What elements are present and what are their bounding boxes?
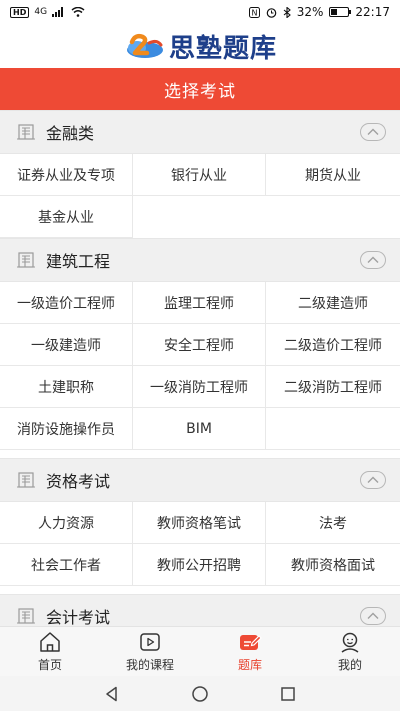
collapse-button[interactable] (360, 607, 386, 625)
collapse-button[interactable] (360, 123, 386, 141)
exam-item[interactable]: 土建职称 (0, 366, 133, 408)
back-icon[interactable] (103, 685, 121, 703)
nav-my-courses[interactable]: 我的课程 (100, 627, 200, 676)
exam-item[interactable]: 教师公开招聘 (133, 544, 266, 586)
play-icon (140, 632, 160, 651)
home-icon (40, 631, 60, 652)
clock: 22:17 (355, 5, 390, 19)
exam-item[interactable]: BIM (133, 408, 266, 450)
nav-label: 题库 (237, 657, 262, 672)
signal-type: 4G (34, 7, 48, 17)
exam-grid-construction: 一级造价工程师 监理工程师 二级建造师 一级建造师 安全工程师 二级造价工程师 … (0, 282, 400, 450)
exam-grid-finance: 证券从业及专项 银行从业 期货从业 基金从业 (0, 154, 400, 238)
building-icon (17, 608, 35, 624)
recents-icon[interactable] (279, 685, 297, 703)
alarm-icon (266, 7, 277, 18)
building-icon (17, 472, 35, 488)
battery-percent: 32% (296, 5, 324, 19)
status-bar: HD 4G N 32% 22:17 (0, 0, 400, 24)
exam-item[interactable]: 一级消防工程师 (133, 366, 266, 408)
exam-list[interactable]: 金融类 证券从业及专项 银行从业 期货从业 基金从业 建筑工程 一级造价工程师 … (0, 110, 400, 626)
nfc-icon: N (248, 6, 260, 18)
brand-name: 思塾题库 (168, 33, 277, 64)
exam-item[interactable]: 法考 (266, 502, 400, 544)
exam-item[interactable]: 监理工程师 (133, 282, 266, 324)
exam-item[interactable]: 人力资源 (0, 502, 133, 544)
home-circle-icon[interactable] (191, 685, 209, 703)
exam-item[interactable]: 证券从业及专项 (0, 154, 133, 196)
exam-item[interactable]: 二级建造师 (266, 282, 400, 324)
nav-profile[interactable]: 我的 (300, 627, 400, 676)
page-title-bar: 选择考试 (0, 68, 400, 110)
chevron-up-icon (367, 476, 379, 483)
nav-label: 首页 (37, 657, 62, 672)
section-header-finance[interactable]: 金融类 (0, 110, 400, 154)
exam-grid-qualification: 人力资源 教师资格笔试 法考 社会工作者 教师公开招聘 教师资格面试 (0, 502, 400, 586)
system-nav-bar (0, 676, 400, 711)
brand-logo-icon (126, 33, 163, 58)
exam-item[interactable]: 二级造价工程师 (266, 324, 400, 366)
brand-header: 思塾题库 (0, 24, 400, 68)
exam-item[interactable]: 教师资格笔试 (133, 502, 266, 544)
exam-item[interactable]: 银行从业 (133, 154, 266, 196)
hd-badge: HD (10, 6, 30, 18)
battery-icon (329, 7, 352, 17)
nav-home[interactable]: 首页 (0, 627, 100, 676)
section-header-qualification[interactable]: 资格考试 (0, 458, 400, 502)
building-icon (17, 124, 35, 140)
exam-item[interactable]: 教师资格面试 (266, 544, 400, 586)
exam-item[interactable]: 基金从业 (0, 196, 133, 238)
section-title: 金融类 (46, 124, 95, 143)
section-title: 建筑工程 (46, 252, 111, 271)
exam-item[interactable]: 一级建造师 (0, 324, 133, 366)
section-title: 会计考试 (46, 608, 111, 626)
collapse-button[interactable] (360, 471, 386, 489)
exam-item[interactable]: 期货从业 (266, 154, 400, 196)
bluetooth-icon (283, 6, 291, 18)
exam-item[interactable]: 一级造价工程师 (0, 282, 133, 324)
exam-item[interactable]: 安全工程师 (133, 324, 266, 366)
nav-label: 我的 (337, 657, 362, 672)
nav-label: 我的课程 (125, 657, 174, 672)
chevron-up-icon (367, 128, 379, 135)
bottom-nav: 首页 我的课程 题库 我的 (0, 626, 400, 676)
nav-question-bank[interactable]: 题库 (200, 627, 300, 676)
page-title: 选择考试 (164, 81, 236, 102)
status-right: N 32% 22:17 (248, 5, 390, 19)
exam-item[interactable]: 二级消防工程师 (266, 366, 400, 408)
section-header-accounting[interactable]: 会计考试 (0, 594, 400, 626)
section-header-construction[interactable]: 建筑工程 (0, 238, 400, 282)
collapse-button[interactable] (360, 251, 386, 269)
svg-text:N: N (251, 8, 257, 17)
user-icon (341, 632, 359, 653)
battery-fill (331, 9, 337, 15)
chevron-up-icon (367, 256, 379, 263)
wifi-icon (71, 7, 85, 17)
section-title: 资格考试 (46, 472, 111, 491)
signal-icon (52, 7, 64, 17)
empty-cell (266, 408, 400, 450)
edit-icon (240, 634, 262, 650)
exam-item[interactable]: 消防设施操作员 (0, 408, 133, 450)
exam-item[interactable]: 社会工作者 (0, 544, 133, 586)
empty-cell (133, 196, 266, 238)
chevron-up-icon (367, 612, 379, 619)
status-left: HD 4G (10, 6, 85, 18)
building-icon (17, 252, 35, 268)
